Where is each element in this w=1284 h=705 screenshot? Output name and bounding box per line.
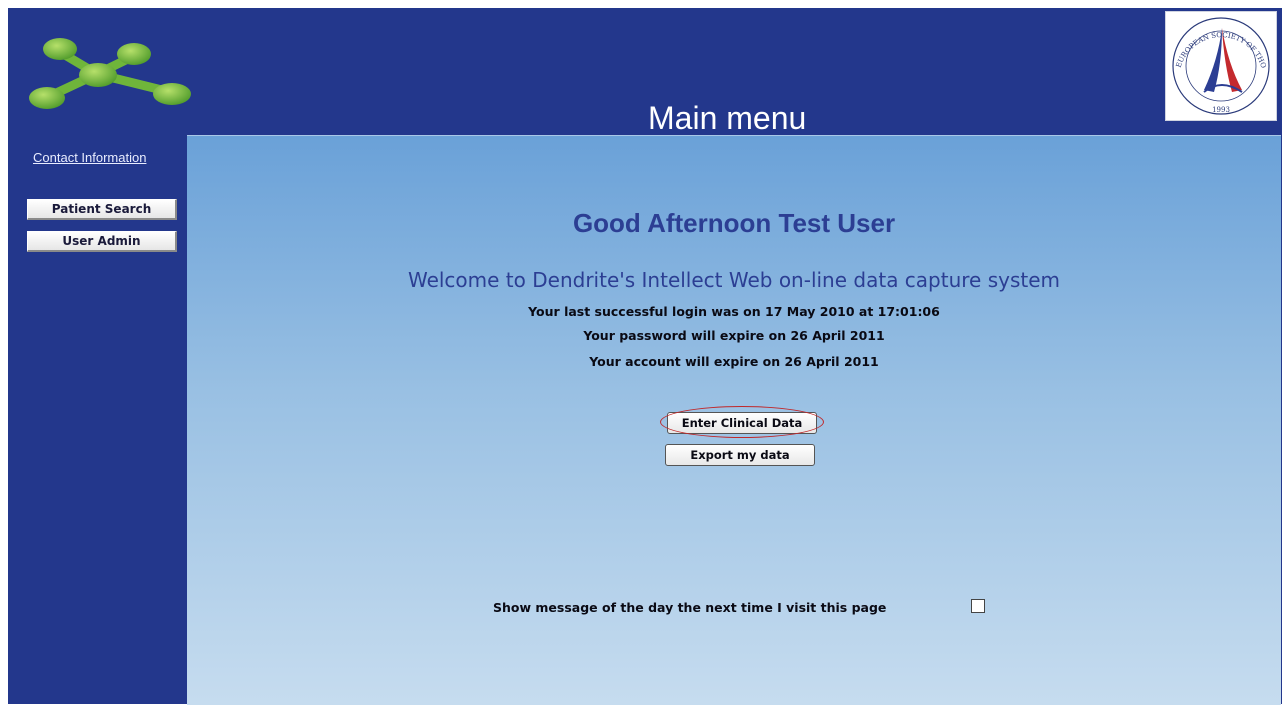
welcome-message: Welcome to Dendrite's Intellect Web on-l… (407, 268, 1061, 292)
last-login-info: Your last successful login was on 17 May… (528, 304, 940, 319)
app-frame: Main menu EUROPEAN SOCIETY OF THORACIC S… (8, 8, 1282, 705)
contact-information-link[interactable]: Contact Information (33, 150, 146, 165)
main-content-panel: Good Afternoon Test User Welcome to Dend… (187, 135, 1281, 705)
highlight-annotation-ring (660, 406, 824, 438)
motd-label: Show message of the day the next time I … (493, 600, 887, 615)
motd-checkbox[interactable] (971, 599, 985, 613)
greeting-heading: Good Afternoon Test User (572, 208, 896, 238)
export-my-data-button[interactable]: Export my data (665, 444, 815, 466)
user-admin-button[interactable]: User Admin (27, 231, 177, 252)
society-seal-logo: EUROPEAN SOCIETY OF THORACIC SURGEONS 19… (1165, 11, 1277, 121)
account-expiry-info: Your account will expire on 26 April 201… (589, 354, 879, 369)
patient-search-button[interactable]: Patient Search (27, 199, 177, 220)
password-expiry-info: Your password will expire on 26 April 20… (583, 328, 885, 343)
molecule-network-logo (29, 38, 191, 109)
seal-year: 1993 (1212, 106, 1230, 114)
page-title: Main menu (648, 100, 807, 136)
